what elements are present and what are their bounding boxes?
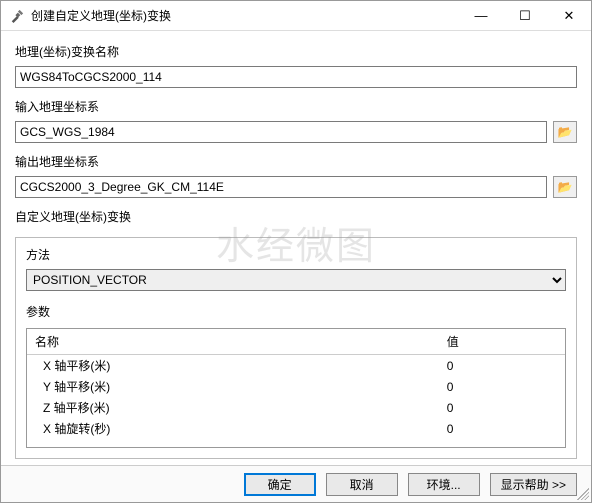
output-gcs-browse-button[interactable]: 📂	[553, 176, 577, 198]
cancel-button[interactable]: 取消	[326, 473, 398, 496]
table-row[interactable]: X 轴平移(米)0	[27, 355, 565, 377]
params-table: 名称 值 X 轴平移(米)0 Y 轴平移(米)0 Z 轴平移(米)0 X 轴旋转…	[27, 329, 565, 439]
input-gcs-label: 输入地理坐标系	[15, 98, 577, 115]
transform-name-label: 地理(坐标)变换名称	[15, 43, 577, 60]
method-select[interactable]: POSITION_VECTOR	[26, 269, 566, 291]
footer: 确定 取消 环境... 显示帮助 >>	[1, 465, 591, 502]
method-label: 方法	[26, 246, 566, 263]
params-listbox[interactable]: 名称 值 X 轴平移(米)0 Y 轴平移(米)0 Z 轴平移(米)0 X 轴旋转…	[26, 328, 566, 448]
content-area: 水经微图 地理(坐标)变换名称 输入地理坐标系 📂 输出地理坐标系 📂 自定义地…	[1, 31, 591, 465]
dialog-window: 创建自定义地理(坐标)变换 — ☐ ✕ 水经微图 地理(坐标)变换名称 输入地理…	[0, 0, 592, 503]
output-gcs-label: 输出地理坐标系	[15, 153, 577, 170]
maximize-button[interactable]: ☐	[503, 1, 547, 30]
input-gcs-browse-button[interactable]: 📂	[553, 121, 577, 143]
table-row[interactable]: X 轴旋转(秒)0	[27, 418, 565, 439]
folder-icon: 📂	[558, 180, 573, 194]
params-label: 参数	[26, 303, 566, 320]
titlebar: 创建自定义地理(坐标)变换 — ☐ ✕	[1, 1, 591, 31]
close-button[interactable]: ✕	[547, 1, 591, 30]
table-row[interactable]: Z 轴平移(米)0	[27, 397, 565, 418]
custom-transform-label: 自定义地理(坐标)变换	[15, 208, 577, 225]
window-title: 创建自定义地理(坐标)变换	[31, 7, 459, 24]
resize-grip-icon[interactable]	[577, 488, 589, 500]
system-buttons: — ☐ ✕	[459, 1, 591, 30]
params-header-name: 名称	[27, 329, 439, 355]
show-help-button[interactable]: 显示帮助 >>	[490, 473, 577, 496]
output-gcs-input[interactable]	[15, 176, 547, 198]
ok-button[interactable]: 确定	[244, 473, 316, 496]
custom-transform-group: 方法 POSITION_VECTOR 参数 名称 值 X 轴平移(米)0 Y 轴…	[15, 237, 577, 459]
folder-icon: 📂	[558, 125, 573, 139]
environment-button[interactable]: 环境...	[408, 473, 480, 496]
input-gcs-input[interactable]	[15, 121, 547, 143]
minimize-button[interactable]: —	[459, 1, 503, 30]
hammer-icon	[9, 8, 25, 24]
params-header-value: 值	[439, 329, 565, 355]
table-row[interactable]: Y 轴平移(米)0	[27, 376, 565, 397]
transform-name-input[interactable]	[15, 66, 577, 88]
